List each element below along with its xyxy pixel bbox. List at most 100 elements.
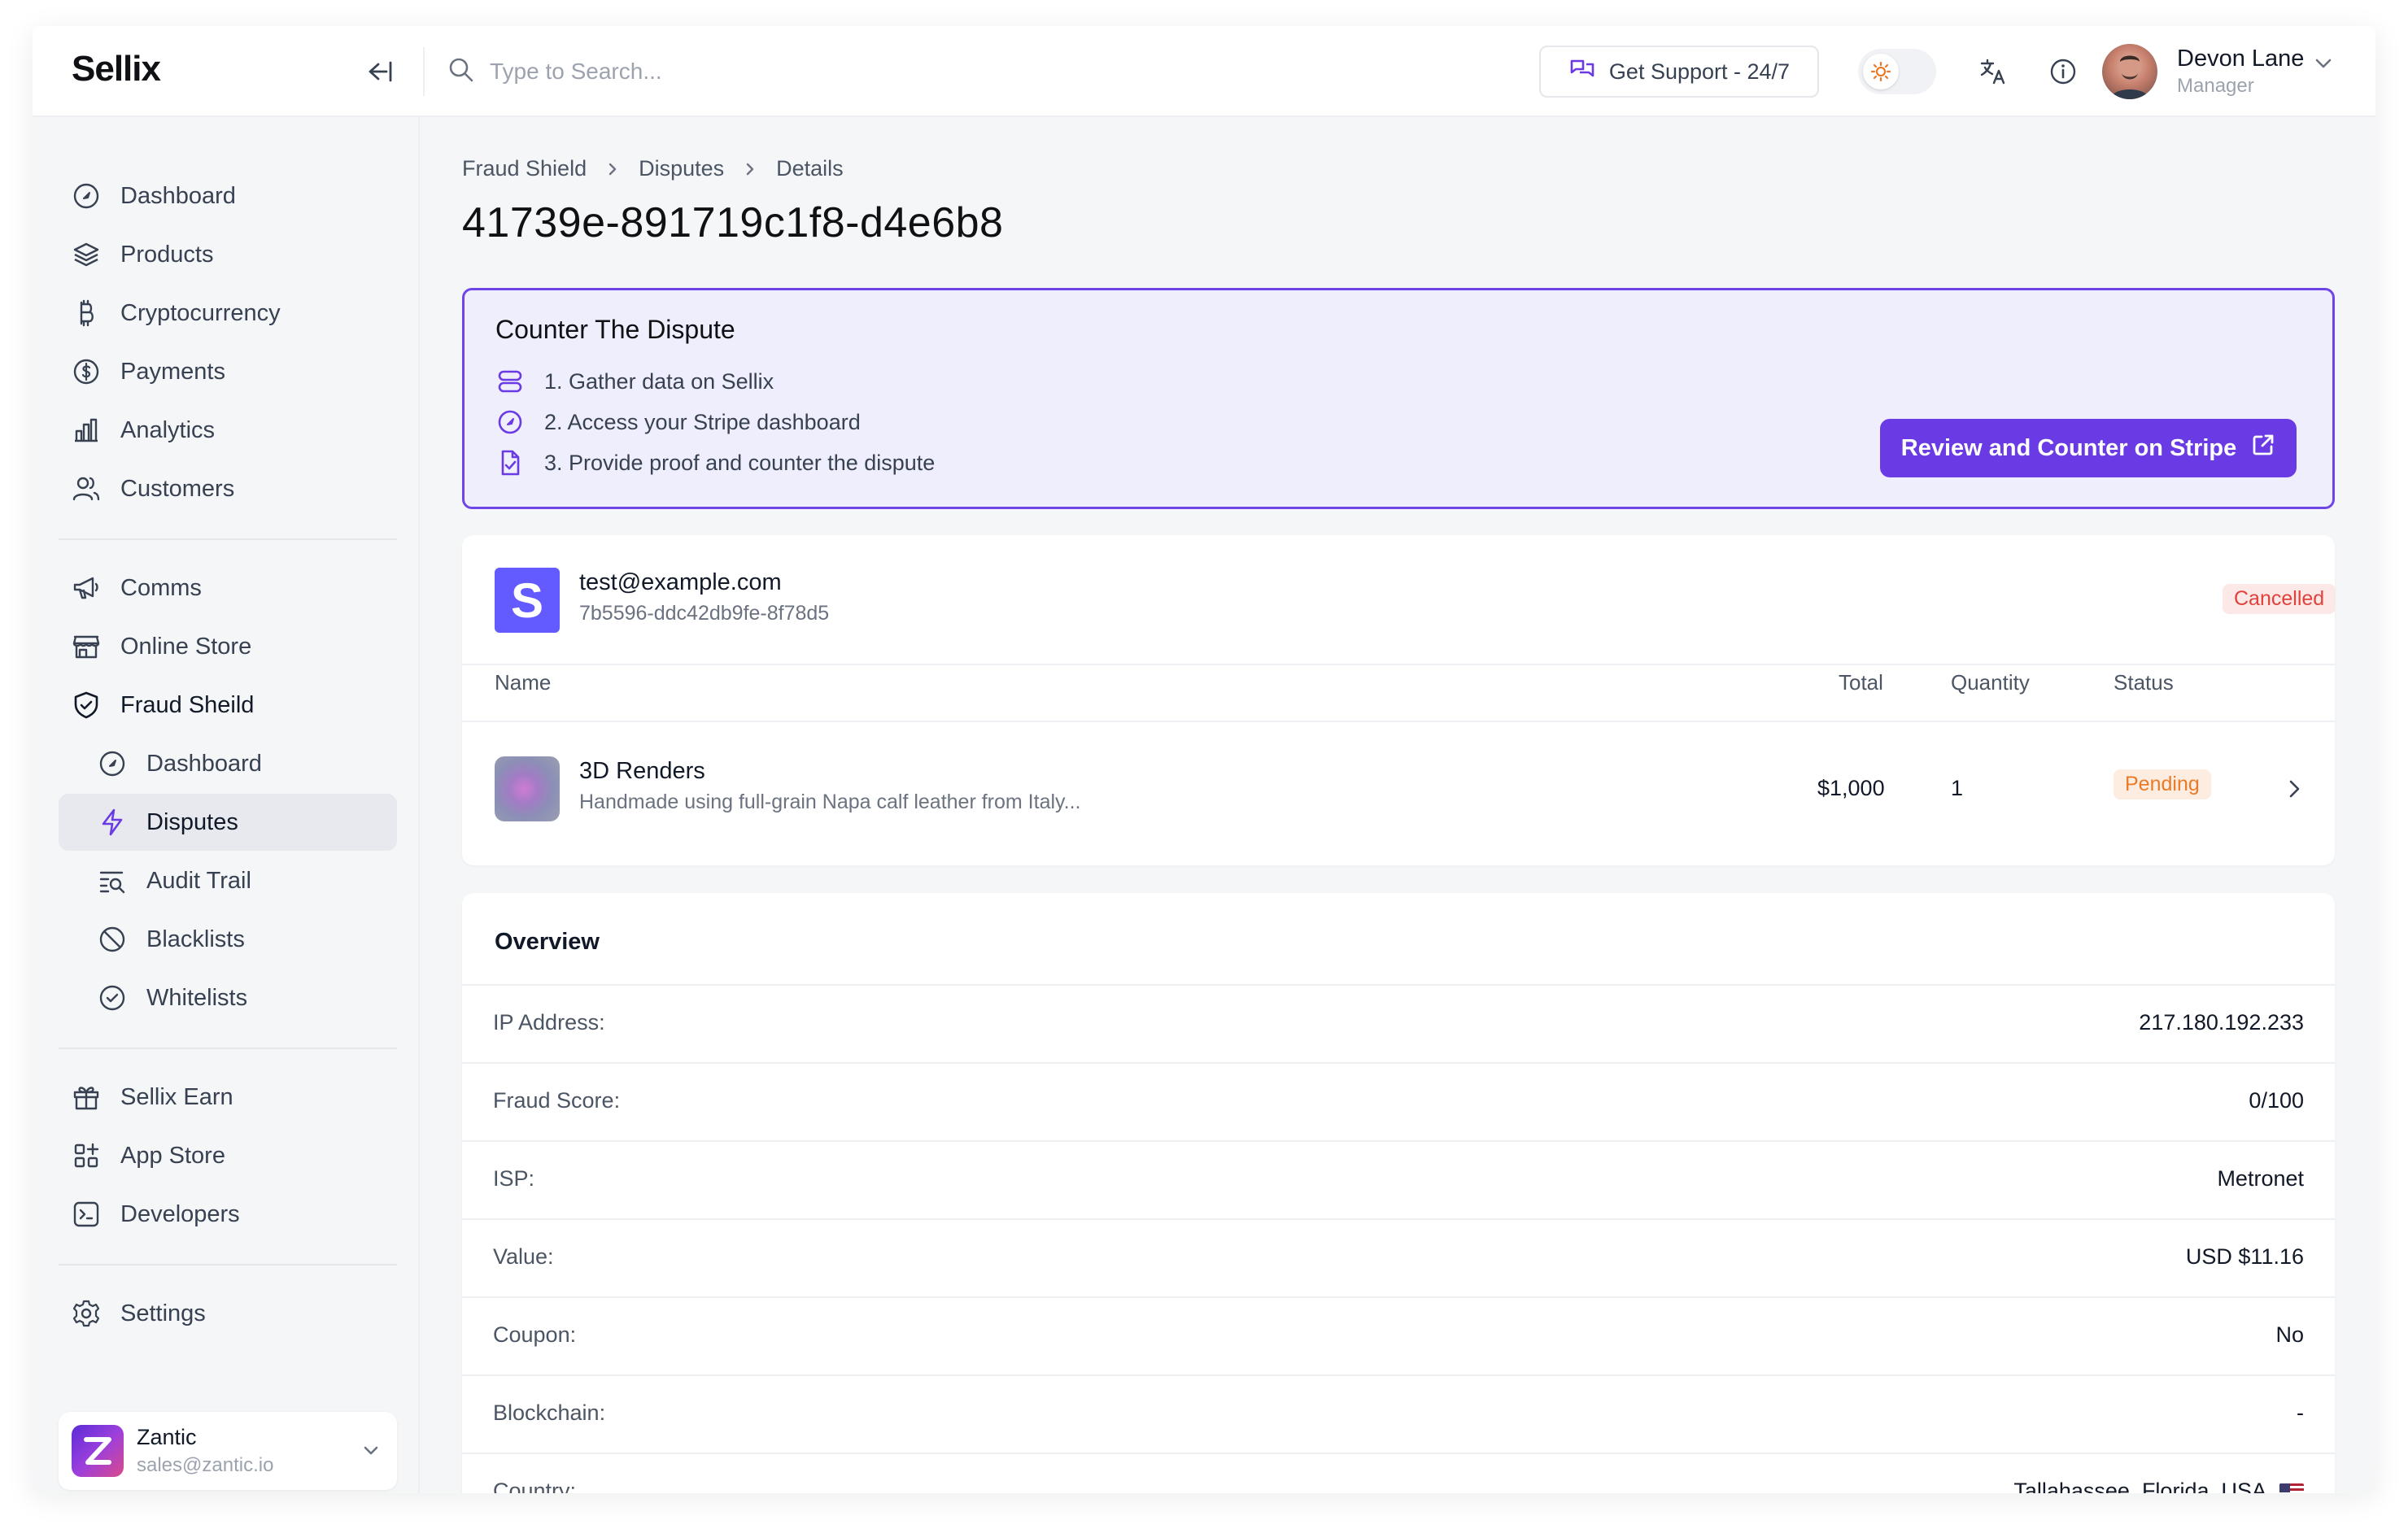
sidebar-item-settings[interactable]: Settings [59, 1285, 397, 1342]
sun-icon [1863, 54, 1899, 89]
fraud-score-value: 0/100 [2249, 1088, 2304, 1113]
overview-value: Metronet [2217, 1166, 2304, 1191]
sidebar-item-fraud-shield[interactable]: Fraud Sheild [59, 677, 397, 734]
user-name[interactable]: Devon Lane [2177, 46, 2304, 72]
sidebar-item-sellix-earn[interactable]: Sellix Earn [59, 1069, 397, 1126]
counter-step: 2. Access your Stripe dashboard [495, 407, 861, 437]
check-circle-icon [96, 982, 129, 1014]
sidebar-item-cryptocurrency[interactable]: Cryptocurrency [59, 285, 397, 342]
overview-label: Blockchain: [493, 1400, 606, 1425]
sidebar-item-label: Cryptocurrency [120, 299, 281, 326]
sidebar-item-label: Dashboard [146, 750, 262, 777]
account-email: sales@zantic.io [137, 1454, 274, 1476]
step-text: 2. Access your Stripe dashboard [544, 409, 861, 434]
overview-value: 0/100 [2249, 1088, 2304, 1113]
lightning-icon [96, 806, 129, 839]
overview-label: Coupon: [493, 1322, 577, 1347]
search-input[interactable] [490, 59, 978, 85]
sidebar-item-payments[interactable]: Payments [59, 343, 397, 400]
sidebar-item-online-store[interactable]: Online Store [59, 618, 397, 675]
ban-icon [96, 923, 129, 956]
sellix-logo[interactable]: Sellix [72, 49, 161, 89]
product-description: Handmade using full-grain Napa calf leat… [579, 791, 1081, 813]
external-link-icon [2251, 433, 2275, 464]
counter-step: 3. Provide proof and counter the dispute [495, 448, 935, 477]
chevron-right-icon [740, 159, 760, 179]
support-label: Get Support - 24/7 [1608, 59, 1791, 84]
chevron-down-icon [358, 1438, 384, 1464]
user-role: Manager [2177, 75, 2254, 97]
overview-value: Tallahassee, Florida, USA [2013, 1479, 2304, 1493]
overview-label: ISP: [493, 1166, 535, 1191]
row-divider [462, 721, 2335, 722]
sidebar: Dashboard Products Cryptocurrency Paymen… [33, 117, 420, 1493]
sidebar-subitem-dashboard[interactable]: Dashboard [59, 735, 397, 792]
breadcrumb-details: Details [776, 156, 844, 181]
user-avatar[interactable] [2102, 44, 2157, 99]
sidebar-item-label: Comms [120, 574, 202, 601]
chevron-right-icon[interactable] [2279, 774, 2309, 804]
sidebar-subitem-disputes[interactable]: Disputes [59, 794, 397, 851]
counter-step: 1. Gather data on Sellix [495, 367, 774, 396]
product-name: 3D Renders [579, 758, 705, 784]
overview-row: Value: USD $11.16 [462, 1218, 2335, 1296]
collapse-sidebar-icon[interactable] [363, 55, 395, 88]
breadcrumb-fraud-shield[interactable]: Fraud Shield [462, 156, 587, 181]
overview-label: IP Address: [493, 1010, 605, 1035]
database-icon [495, 367, 525, 396]
sidebar-divider [59, 1048, 397, 1049]
page-title: 41739e-891719c1f8-d4e6b8 [462, 199, 1004, 246]
sidebar-subitem-whitelists[interactable]: Whitelists [59, 969, 397, 1026]
chevron-down-icon[interactable] [2310, 50, 2336, 76]
product-thumbnail [495, 756, 560, 821]
column-header-status: Status [2114, 670, 2174, 695]
sidebar-item-comms[interactable]: Comms [59, 560, 397, 616]
sidebar-item-label: Fraud Sheild [120, 691, 255, 718]
sidebar-item-label: Analytics [120, 416, 216, 443]
overview-value: No [2275, 1322, 2304, 1348]
overview-title: Overview [495, 929, 600, 955]
sidebar-item-label: Audit Trail [146, 867, 251, 894]
get-support-button[interactable]: Get Support - 24/7 [1539, 46, 1819, 98]
sidebar-item-analytics[interactable]: Analytics [59, 402, 397, 459]
breadcrumb-disputes[interactable]: Disputes [639, 156, 724, 181]
customer-email[interactable]: test@example.com [579, 569, 782, 596]
top-header: Sellix Get Support - 24/7 [33, 26, 2375, 117]
chevron-right-icon [603, 159, 622, 179]
product-quantity: 1 [1951, 776, 1964, 800]
bar-chart-icon [70, 414, 103, 447]
sidebar-subitem-blacklists[interactable]: Blacklists [59, 911, 397, 968]
sidebar-item-app-store[interactable]: App Store [59, 1127, 397, 1184]
sidebar-item-customers[interactable]: Customers [59, 460, 397, 517]
dashboard-icon [96, 747, 129, 780]
overview-row: Fraud Score: 0/100 [462, 1062, 2335, 1140]
step-text: 1. Gather data on Sellix [544, 368, 774, 394]
account-switcher[interactable]: Zantic sales@zantic.io [59, 1412, 397, 1490]
overview-row: Blockchain: - [462, 1374, 2335, 1453]
value-amount: USD $11.16 [2185, 1244, 2304, 1269]
translate-icon[interactable] [1975, 54, 2011, 89]
sidebar-item-products[interactable]: Products [59, 226, 397, 283]
sidebar-item-dashboard[interactable]: Dashboard [59, 168, 397, 224]
search-bar[interactable] [447, 50, 1017, 93]
overview-value: USD $11.16 [2186, 1244, 2304, 1270]
coupon-value: No [2275, 1322, 2304, 1347]
sidebar-subitem-audit-trail[interactable]: Audit Trail [59, 852, 397, 909]
product-total: $1,000 [1817, 776, 1885, 800]
customer-id: 7b5596-ddc42db9fe-8f78d5 [579, 602, 830, 625]
overview-label: Country: [493, 1479, 577, 1493]
sidebar-divider [59, 1264, 397, 1265]
sidebar-item-label: Dashboard [120, 182, 236, 209]
sidebar-item-developers[interactable]: Developers [59, 1186, 397, 1243]
overview-row: ISP: Metronet [462, 1140, 2335, 1218]
review-counter-stripe-button[interactable]: Review and Counter on Stripe [1880, 419, 2297, 477]
order-panel: S test@example.com 7b5596-ddc42db9fe-8f7… [462, 535, 2336, 865]
sidebar-item-label: Sellix Earn [120, 1083, 233, 1110]
theme-toggle[interactable] [1858, 49, 1936, 94]
stripe-button-label: Review and Counter on Stripe [1900, 434, 2237, 461]
overview-panel: Overview IP Address: 217.180.192.233 Fra… [462, 893, 2335, 1493]
sidebar-divider [59, 538, 397, 540]
compass-icon [495, 407, 525, 437]
info-icon[interactable] [2045, 54, 2081, 89]
overview-row: Coupon: No [462, 1296, 2335, 1374]
